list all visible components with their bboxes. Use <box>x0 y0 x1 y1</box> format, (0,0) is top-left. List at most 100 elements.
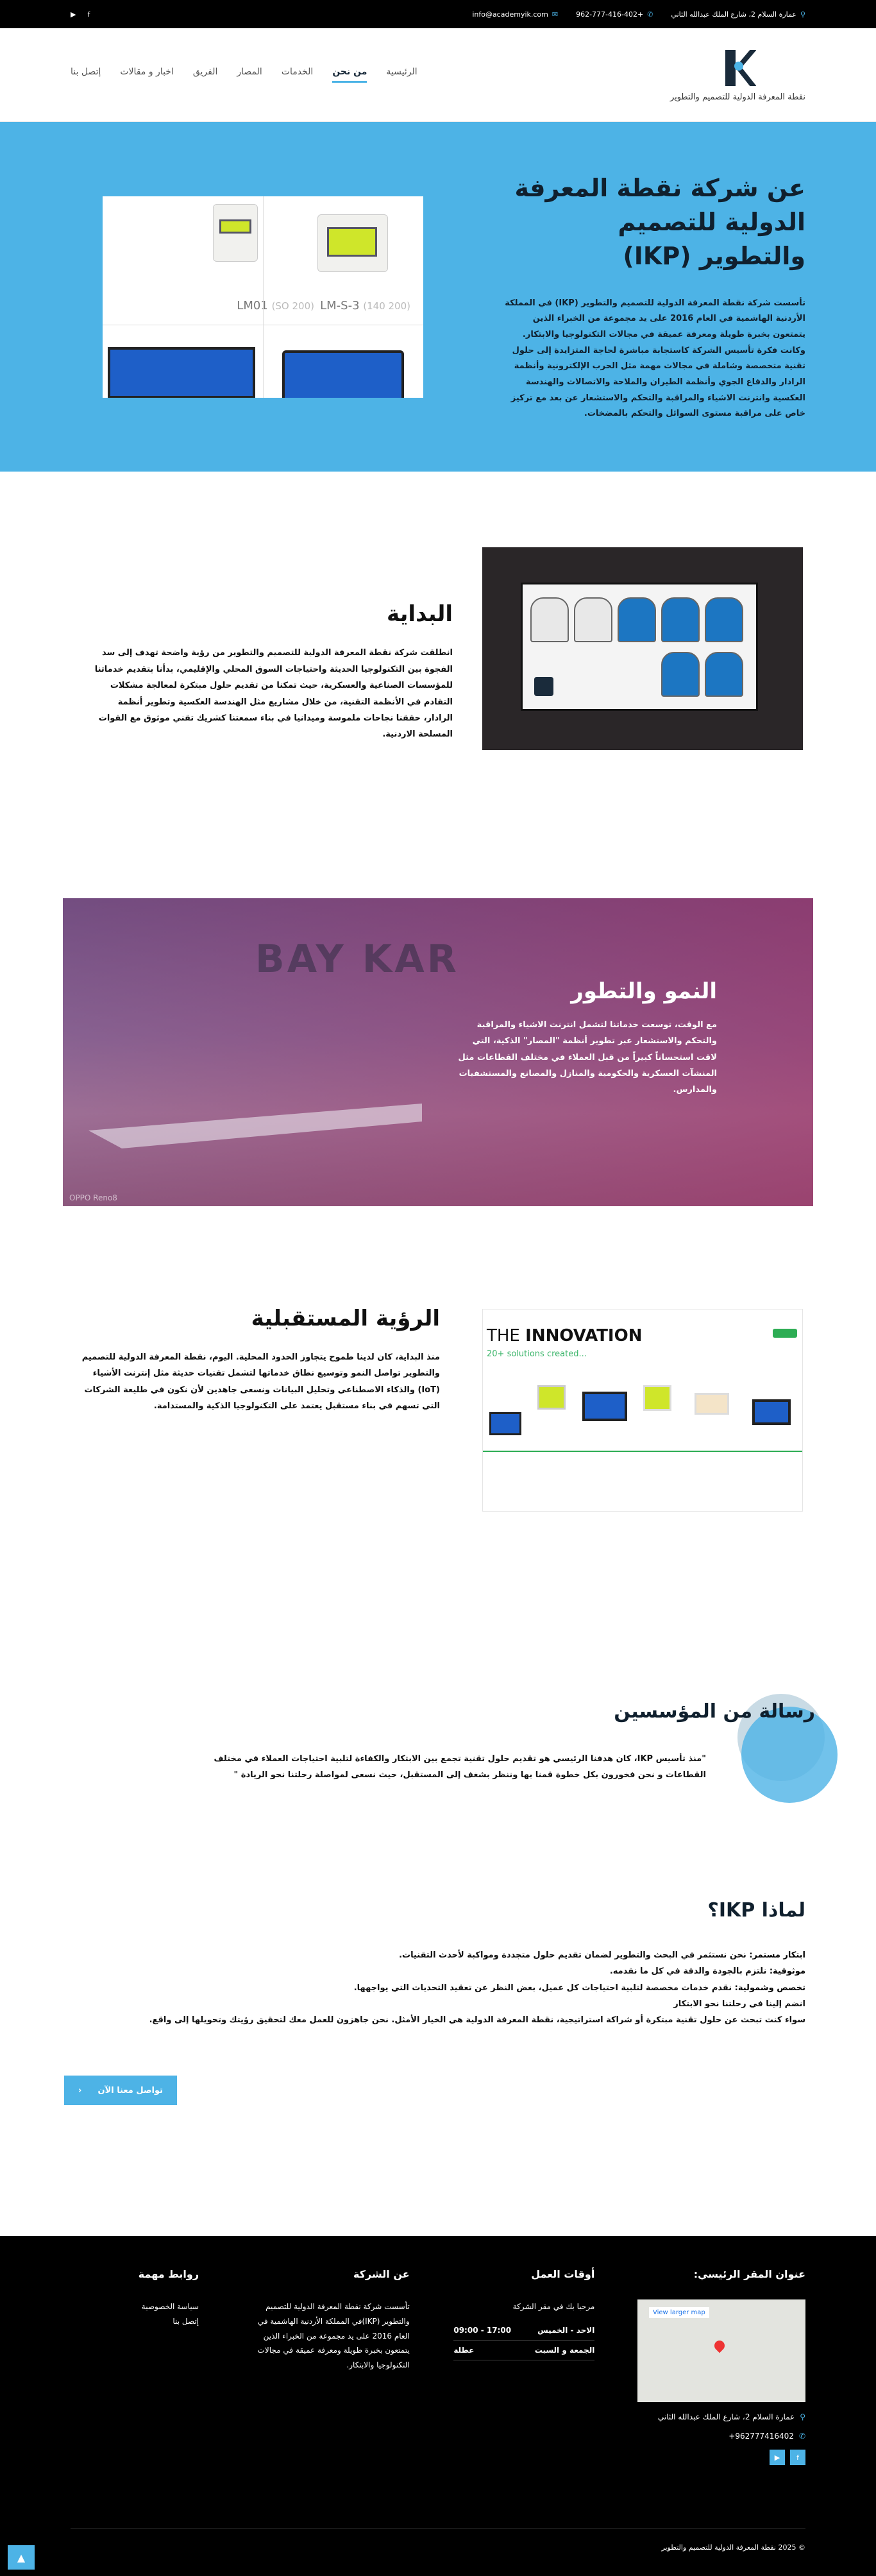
growth-section: BAY KAR OPPO Reno8 النمو والتطور مع الوق… <box>63 898 813 1206</box>
product-thumb-4 <box>643 1385 671 1411</box>
growth-title: النمو والتطور <box>571 978 717 1004</box>
facebook-icon[interactable]: f <box>87 10 90 19</box>
why-item: تخصص وشمولية: نقدم خدمات مخصصة لتلبية اح… <box>71 1980 805 1996</box>
nav-product[interactable]: المصار <box>237 67 262 83</box>
copyright-text: © 2025 نقطة المعرفة الدولية للتصميم والت… <box>661 2543 805 2552</box>
footer-hours-intro: مرحبا بك في مقر الشركة <box>512 2302 595 2311</box>
footer-address-text: عمارة السلام 2، شارع الملك عبدالله الثان… <box>657 2412 795 2421</box>
hero-title: عن شركة نقطة المعرفة الدولية للتصميم وال… <box>514 173 805 271</box>
device-lm-s-3-screen <box>327 226 377 257</box>
site-footer: عنوان المقر الرئيسي: View larger map ⚲ عم… <box>0 2236 876 2576</box>
footer-about-col: عن الشركة تأسست شركة نقطة المعرفة الدولي… <box>243 2268 410 2465</box>
tank-graphic-6 <box>705 652 743 697</box>
product-thumb-5 <box>695 1393 729 1415</box>
nav-news[interactable]: اخبار و مقالات <box>120 67 173 83</box>
why-item: ابتكار مستمر: نحن نستثمر في البحث والتطو… <box>71 1947 805 1963</box>
product-caption-1: LM01 (SO 200) <box>237 299 314 312</box>
location-pin-icon: ⚲ <box>800 2412 805 2421</box>
site-header: نقطة المعرفة الدولية للتصميم والتطوير ال… <box>0 28 876 122</box>
hours-day: الاحد - الخميس <box>537 2325 595 2335</box>
photo-watermark: OPPO Reno8 <box>69 1193 117 1202</box>
why-item-text: انضم إلينا في رحلتنا نحو الابتكار <box>673 1999 805 2009</box>
why-item-text: نلتزم بالجودة والدقة في كل ما نقدمه. <box>609 1966 770 1977</box>
nav-team[interactable]: الفريق <box>193 67 218 83</box>
map-embed[interactable]: View larger map <box>637 2299 805 2402</box>
copyright: © 2025 نقطة المعرفة الدولية للتصميم والت… <box>71 2529 805 2552</box>
product-thumb-1 <box>489 1412 521 1435</box>
map-pin-icon <box>712 2338 727 2353</box>
tank-graphic-3 <box>618 597 656 642</box>
product-thumb-3 <box>582 1392 627 1421</box>
top-phone-text[interactable]: +962-777-416-402 <box>576 10 643 19</box>
why-item-label: موثوقية: <box>769 1966 805 1977</box>
founders-quote: "منذ تأسيس IKP، كان هدفنا الرئيسي هو تقد… <box>214 1754 706 1780</box>
why-section: لماذا IKP؟ ابتكار مستمر: نحن نستثمر في ا… <box>0 1899 876 2236</box>
innovation-image: THE INNOVATION 20+ solutions created... <box>482 1309 803 1512</box>
footer-columns: عنوان المقر الرئيسي: View larger map ⚲ عم… <box>71 2268 805 2465</box>
youtube-icon[interactable]: ▶ <box>770 2450 785 2465</box>
phone-icon: ✆ <box>798 2432 805 2441</box>
top-email-text[interactable]: info@academyik.com <box>472 10 548 19</box>
footer-about-text: تأسست شركة نقطة المعرفة الدولية للتصميم … <box>257 2302 410 2370</box>
footer-link-contact[interactable]: إتصل بنا <box>71 2314 199 2329</box>
growth-body: مع الوقت، توسعت خدماتنا لتشمل انترنت الا… <box>458 1020 717 1095</box>
product-thumb-6 <box>752 1399 791 1425</box>
hours-row: الاحد - الخميس 09:00 - 17:00 <box>453 2321 595 2341</box>
top-address-text: عمارة السلام 2، شارع الملك عبدالله الثان… <box>671 10 796 19</box>
founders-title: رسالة من المؤسسين <box>614 1700 815 1723</box>
nav-services[interactable]: الخدمات <box>282 67 314 83</box>
product-name-2: LM-S-3 <box>320 298 360 312</box>
brand-mark <box>773 1329 797 1338</box>
footer-hours-title: أوقات العمل <box>531 2268 595 2280</box>
products-image: LM01 (SO 200) LM-S-3 (140 200) <box>103 196 423 398</box>
footer-phone-text[interactable]: +962777416402 <box>729 2432 794 2441</box>
product-caption-2: LM-S-3 (140 200) <box>320 299 410 312</box>
facebook-icon[interactable]: f <box>790 2450 805 2465</box>
beginning-body: انطلقت شركة نقطة المعرفة الدولية للتصميم… <box>94 648 453 740</box>
vision-section: الرؤية المستقبلية منذ البداية، كان لدينا… <box>0 1206 876 1655</box>
arrow-up-icon: ▲ <box>17 2551 26 2564</box>
growth-text: النمو والتطور مع الوقت، توسعت خدماتنا لت… <box>454 978 717 1098</box>
contact-now-button[interactable]: تواصل معنا الآن ‹ <box>64 2076 177 2105</box>
product-thumb-2 <box>537 1385 566 1410</box>
top-email[interactable]: ✉ info@academyik.com <box>472 10 558 19</box>
why-item-text: سواء كنت تبحث عن حلول تقنية مبتكرة أو شر… <box>149 2015 805 2026</box>
device-touch-screen <box>282 350 404 398</box>
top-social: ▶ f <box>71 10 90 19</box>
brand-name: نقطة المعرفة الدولية للتصميم والتطوير <box>670 92 805 102</box>
footer-address-title: عنوان المقر الرئيسي: <box>693 2268 805 2280</box>
back-to-top-button[interactable]: ▲ <box>8 2545 35 2570</box>
tank-graphic-1 <box>705 597 743 642</box>
youtube-icon[interactable]: ▶ <box>71 10 76 19</box>
footer-link-privacy[interactable]: سياسة الخصوصية <box>71 2299 199 2314</box>
product-code-1: (SO 200) <box>271 300 314 312</box>
footer-about-title: عن الشركة <box>353 2268 410 2280</box>
vision-title: الرؤية المستقبلية <box>251 1306 440 1331</box>
footer-phone[interactable]: ✆ +962777416402 <box>639 2432 805 2441</box>
why-item-text: نحن نستثمر في البحث والتطوير لضمان تقديم… <box>399 1950 750 1960</box>
tank-monitor-photo <box>482 547 803 750</box>
hours-time: عطلة <box>453 2345 475 2355</box>
beginning-section: البداية انطلقت شركة نقطة المعرفة الدولية… <box>0 472 876 898</box>
top-bar: ⚲ عمارة السلام 2، شارع الملك عبدالله الثا… <box>0 0 876 28</box>
nav-about[interactable]: من نحن <box>332 67 367 83</box>
view-larger-map-link[interactable]: View larger map <box>649 2307 709 2318</box>
phone-icon: ✆ <box>647 10 653 19</box>
top-contacts: ⚲ عمارة السلام 2، شارع الملك عبدالله الثا… <box>472 10 805 19</box>
why-item: انضم إلينا في رحلتنا نحو الابتكار <box>71 1996 805 2012</box>
nav-home[interactable]: الرئيسية <box>386 67 417 83</box>
why-item-label: تخصص وشمولية: <box>734 1983 805 1993</box>
hero-text: عن شركة نقطة المعرفة الدولية للتصميم وال… <box>504 171 805 422</box>
footer-address-col: عنوان المقر الرئيسي: View larger map ⚲ عم… <box>637 2268 805 2465</box>
device-lm01-screen <box>219 219 251 234</box>
hero-body: تأسست شركة نقطة المعرفة الدولية للتصميم … <box>505 298 805 419</box>
brand[interactable]: نقطة المعرفة الدولية للتصميم والتطوير <box>670 47 805 102</box>
why-title: لماذا IKP؟ <box>707 1899 805 1922</box>
why-item: موثوقية: نلتزم بالجودة والدقة في كل ما ن… <box>71 1963 805 1979</box>
footer-social: f ▶ <box>639 2450 805 2465</box>
nav-contact[interactable]: إتصل بنا <box>71 67 101 83</box>
logo[interactable] <box>715 47 760 89</box>
beginning-title: البداية <box>387 601 453 627</box>
main-nav: الرئيسية من نحن الخدمات المصار الفريق اخ… <box>71 67 417 83</box>
top-phone[interactable]: ✆ +962-777-416-402 <box>576 10 653 19</box>
